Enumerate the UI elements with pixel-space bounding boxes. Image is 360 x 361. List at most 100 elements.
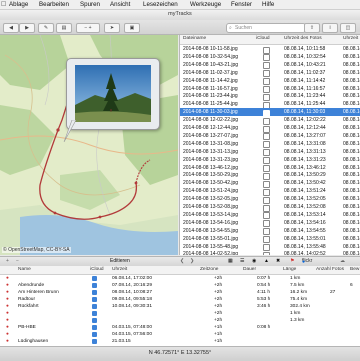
map-pin-icon[interactable]: ▲ — [264, 258, 269, 265]
menu-spuren[interactable]: Spuren — [80, 0, 100, 9]
back-button[interactable]: ◀ — [3, 23, 19, 33]
track-row[interactable]: ● Rückfahrt 10.08.14, 09:30:31 +2h 3:46 h 302… — [0, 303, 360, 310]
icloud-checkbox[interactable] — [92, 325, 97, 330]
photo-row[interactable]: 2014-08-08 12-12-44.jpg 08.08.14, 12:12:4… — [180, 124, 360, 133]
photo-filename: 2014-08-08 13-31-13.jpg — [183, 148, 239, 155]
remove-track-button[interactable]: − — [16, 258, 19, 265]
add-track-button[interactable]: + — [6, 258, 9, 265]
photo-row[interactable]: 2014-08-08 11-30-03.jpg 08.08.14, 11:30:0… — [180, 108, 360, 117]
photo-row[interactable]: 2014-08-08 13-31-23.jpg 08.08.14, 13:31:2… — [180, 156, 360, 165]
flag-icon[interactable]: ⚑ — [290, 258, 294, 265]
col-uhrzeit[interactable]: Uhrzeit — [343, 36, 358, 41]
photo-popup[interactable] — [66, 58, 160, 130]
photos-table[interactable]: Dateiname iCloud Uhrzeit des Fotos Uhrze… — [179, 35, 360, 255]
icloud-checkbox[interactable] — [263, 251, 270, 255]
photo-row[interactable]: 2014-08-08 11-16-57.jpg 08.08.14, 11:16:5… — [180, 85, 360, 93]
search-input[interactable]: ⌕ Suchen — [226, 23, 306, 33]
photo-row[interactable]: 2014-08-08 11-14-42.jpg 08.08.14, 11:14:4… — [180, 77, 360, 86]
info-icon[interactable]: i — [322, 23, 338, 33]
flickr-button[interactable]: ● flickr — [302, 258, 312, 265]
photo-row[interactable]: 2014-08-08 11-23-44.jpg 08.08.14, 11:23:4… — [180, 92, 360, 101]
share-icon[interactable]: ⇧ — [304, 23, 320, 33]
track-row[interactable]: ● Lüdinghausen 21.03.15 +1h — [0, 338, 360, 345]
col-uhrzeit-foto[interactable]: Uhrzeit des Fotos — [284, 36, 322, 41]
photo-row[interactable]: 2014-08-08 13-52-08.jpg 08.08.14, 13:52:0… — [180, 203, 360, 212]
menu-fenster[interactable]: Fenster — [231, 0, 252, 9]
photo-row[interactable]: 2014-08-08 13-55-01.jpg 08.08.14, 13:55:0… — [180, 235, 360, 244]
edit-button[interactable]: Editieren — [110, 258, 130, 265]
col-uhrzeit[interactable]: Uhrzeit — [112, 267, 127, 272]
track-row[interactable]: ● +2h 1 km — [0, 310, 360, 317]
photo-grid-icon[interactable]: ▦ — [228, 258, 233, 265]
col-icloud[interactable]: iCloud — [256, 36, 270, 41]
track-row[interactable]: ● +2h 1.3 km — [0, 317, 360, 324]
photo-row[interactable]: 2014-08-08 13-50-42.jpg 08.08.14, 13:50:4… — [180, 179, 360, 188]
forward-button[interactable]: ▶ — [19, 23, 35, 33]
menu-ablage[interactable]: Ablage — [9, 0, 28, 9]
track-row[interactable]: ● 06.08.14, 17:02:00 +2h 0:07 h 1 km — [0, 275, 360, 282]
menu-hilfe[interactable]: Hilfe — [262, 0, 274, 9]
photo-row[interactable]: 2014-08-08 11-25-44.jpg 08.08.14, 11:25:4… — [180, 100, 360, 109]
zoom-control[interactable]: − + — [76, 23, 100, 33]
camera-icon[interactable]: ◉ — [252, 258, 256, 265]
photo-row[interactable]: 2014-08-08 13-52-05.jpg 08.08.14, 13:52:0… — [180, 195, 360, 204]
track-time: 07.08.14, 20:16:29 — [112, 283, 153, 288]
photo-row[interactable]: 2014-08-08 10-43-21.jpg 08.08.14, 10:43:2… — [180, 61, 360, 70]
photo-row[interactable]: 2014-08-08 13-31-13.jpg 08.08.14, 13:31:1… — [180, 148, 360, 157]
icloud-checkbox[interactable] — [92, 332, 97, 337]
col-dateiname[interactable]: Dateiname — [183, 36, 206, 41]
track-row[interactable]: ● Abendrunde 07.08.14, 20:16:29 +2h 0:54 h 7.… — [0, 282, 360, 289]
track-row[interactable]: ● PB-HBE 04.03.15, 07:48:00 +1h 0:08 h — [0, 324, 360, 331]
col-name[interactable]: Name — [18, 267, 31, 272]
col-dauer[interactable]: Dauer — [243, 267, 256, 272]
sidebar-toggle-icon[interactable]: ◫ — [340, 23, 356, 33]
next-photo-button[interactable]: ❯ — [190, 258, 194, 265]
track-row[interactable]: ● Am Hinteren Brunn 08.08.14, 10:08:27 +2h 4… — [0, 289, 360, 296]
photo-row[interactable]: 2014-08-08 13-27-07.jpg 08.08.14, 13:27:0… — [180, 132, 360, 141]
delete-icon[interactable]: ✖ — [276, 258, 280, 265]
apple-menu-icon[interactable]:  — [1, 0, 6, 9]
icloud-checkbox[interactable] — [92, 318, 97, 323]
menu-lesezeichen[interactable]: Lesezeichen — [143, 0, 178, 9]
location-icon[interactable]: ➤ — [104, 23, 120, 33]
icloud-checkbox[interactable] — [92, 276, 97, 281]
cloud-icon[interactable]: ☁ — [340, 258, 345, 265]
col-icloud[interactable]: iCloud — [90, 267, 104, 272]
icloud-checkbox[interactable] — [92, 283, 97, 288]
icloud-checkbox[interactable] — [92, 311, 97, 316]
track-icon[interactable]: ✎ — [38, 23, 54, 33]
map-icon[interactable]: ▤ — [56, 23, 72, 33]
photo-row[interactable]: 2014-08-08 13-51-24.jpg 08.08.14, 13:51:2… — [180, 187, 360, 196]
photo-row[interactable]: 2014-08-08 13-54-55.jpg 08.08.14, 13:54:5… — [180, 227, 360, 236]
photo-row[interactable]: 2014-08-08 13-31-08.jpg 08.08.14, 13:31:0… — [180, 140, 360, 149]
col-anzahl-fotos[interactable]: Anzahl Fotos — [316, 267, 344, 272]
photo-row[interactable]: 2014-08-08 14-02-52.jpg 08.08.14, 14:02:5… — [180, 250, 360, 255]
photo-row[interactable]: 2014-08-08 13-46-12.jpg 08.08.14, 13:46:1… — [180, 164, 360, 172]
track-row[interactable]: ● 04.03.15, 07:56:00 +1h — [0, 331, 360, 338]
photo-row[interactable]: 2014-08-08 13-55-48.jpg 08.08.14, 13:55:4… — [180, 243, 360, 251]
col-bewertung[interactable]: Bew — [350, 267, 359, 272]
photo-icon[interactable]: ▣ — [124, 23, 140, 33]
track-row[interactable]: ● Radtour 09.08.14, 09:55:18 +2h 5:53 h 75.4 … — [0, 296, 360, 303]
photo-row[interactable]: 2014-08-08 10-11-58.jpg 08.08.14, 10:11:5… — [180, 45, 360, 54]
icloud-checkbox[interactable] — [92, 290, 97, 295]
col-laenge[interactable]: Länge — [283, 267, 296, 272]
menu-werkzeuge[interactable]: Werkzeuge — [190, 0, 221, 9]
prev-photo-button[interactable]: ❮ — [180, 258, 184, 265]
photo-row[interactable]: 2014-08-08 13-53-14.jpg 08.08.14, 13:53:1… — [180, 211, 360, 220]
icloud-checkbox[interactable] — [92, 304, 97, 309]
photo-list-icon[interactable]: ☰ — [240, 258, 244, 265]
photo-row[interactable]: 2014-08-08 10-32-54.jpg 08.08.14, 10:32:5… — [180, 53, 360, 62]
track-timezone: +2h — [214, 311, 223, 316]
col-zeitzone[interactable]: Zeitzone — [200, 267, 218, 272]
icloud-checkbox[interactable] — [92, 339, 97, 344]
photo-row[interactable]: 2014-08-08 13-50-29.jpg 08.08.14, 13:50:2… — [180, 171, 360, 180]
icloud-checkbox[interactable] — [92, 297, 97, 302]
tracks-table[interactable]: Name iCloud Uhrzeit Zeitzone Dauer Länge… — [0, 266, 360, 346]
photo-row[interactable]: 2014-08-08 12-02-22.jpg 08.08.14, 12:02:2… — [180, 116, 360, 125]
photo-row[interactable]: 2014-08-08 13-54-16.jpg 08.08.14, 13:54:1… — [180, 219, 360, 228]
menu-ansicht[interactable]: Ansicht — [110, 0, 130, 9]
photo-row[interactable]: 2014-08-08 11-02-37.jpg 08.08.14, 11:02:3… — [180, 69, 360, 78]
menu-bearbeiten[interactable]: Bearbeiten — [39, 0, 69, 9]
track-photo-count: 27 — [330, 290, 336, 295]
